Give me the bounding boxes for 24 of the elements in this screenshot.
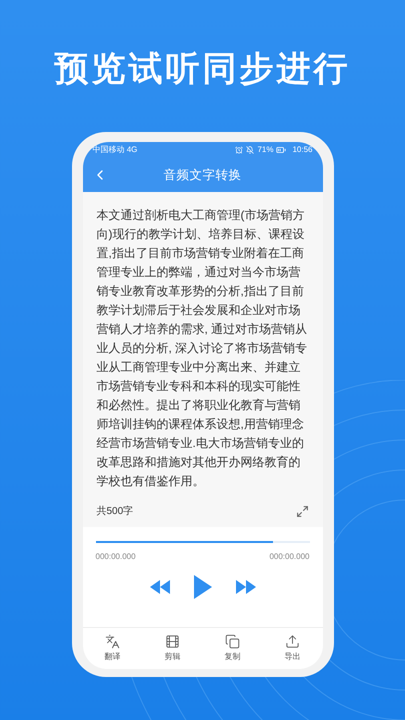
- play-icon[interactable]: [194, 575, 212, 599]
- nav-title: 音频文字转换: [164, 166, 242, 184]
- fast-forward-icon[interactable]: [236, 580, 256, 594]
- upload-icon: [285, 634, 300, 649]
- alarm-icon: [235, 146, 244, 154]
- bell-off-icon: [246, 146, 254, 154]
- battery-text: 71%: [257, 144, 274, 156]
- total-time: 000:00.000: [269, 551, 310, 563]
- time-text: 10:56: [292, 144, 312, 156]
- current-time: 000:00.000: [96, 551, 136, 563]
- expand-icon[interactable]: [296, 505, 308, 518]
- carrier-text: 中国移动 4G: [92, 144, 138, 156]
- headline: 预览试听同步进行: [54, 52, 350, 86]
- toolbar-button[interactable]: 翻译: [82, 628, 142, 669]
- battery-icon: [276, 145, 286, 155]
- toolbar-button[interactable]: 剪辑: [142, 628, 202, 669]
- copy-icon: [225, 634, 240, 649]
- rewind-icon[interactable]: [150, 580, 170, 594]
- film-icon: [165, 634, 180, 649]
- toolbar-button[interactable]: 导出: [262, 628, 322, 669]
- transcript-text: 本文通过剖析电大工商管理(市场营销方向)现行的教学计划、培养目标、课程设置,指出了目前市场营销专业附着在工商管理专业上的弊端，通过对当今市场营销专业教育改革形势的分析,指出了目前教学计划滞后于社会发展和企业对市场营销人才培养的需求, 通过对市场营销从业人员的分析, 深入讨论了将市场营销专业从工商管理专业中分离出来、并建立市场营销专业专科和本科的现实可能性和必然性。提出了将职业化教育与营销师培训挂钩的课程体系设想,用营销理念经营市场营销专业.电大市场营销专业的改革思路和措施对其他开办网络教育的学校也有借鉴作用。: [96, 207, 308, 490]
- toolbar-button[interactable]: 复制: [202, 628, 262, 669]
- translate-icon: [105, 634, 120, 649]
- word-count: 共500字: [96, 504, 134, 519]
